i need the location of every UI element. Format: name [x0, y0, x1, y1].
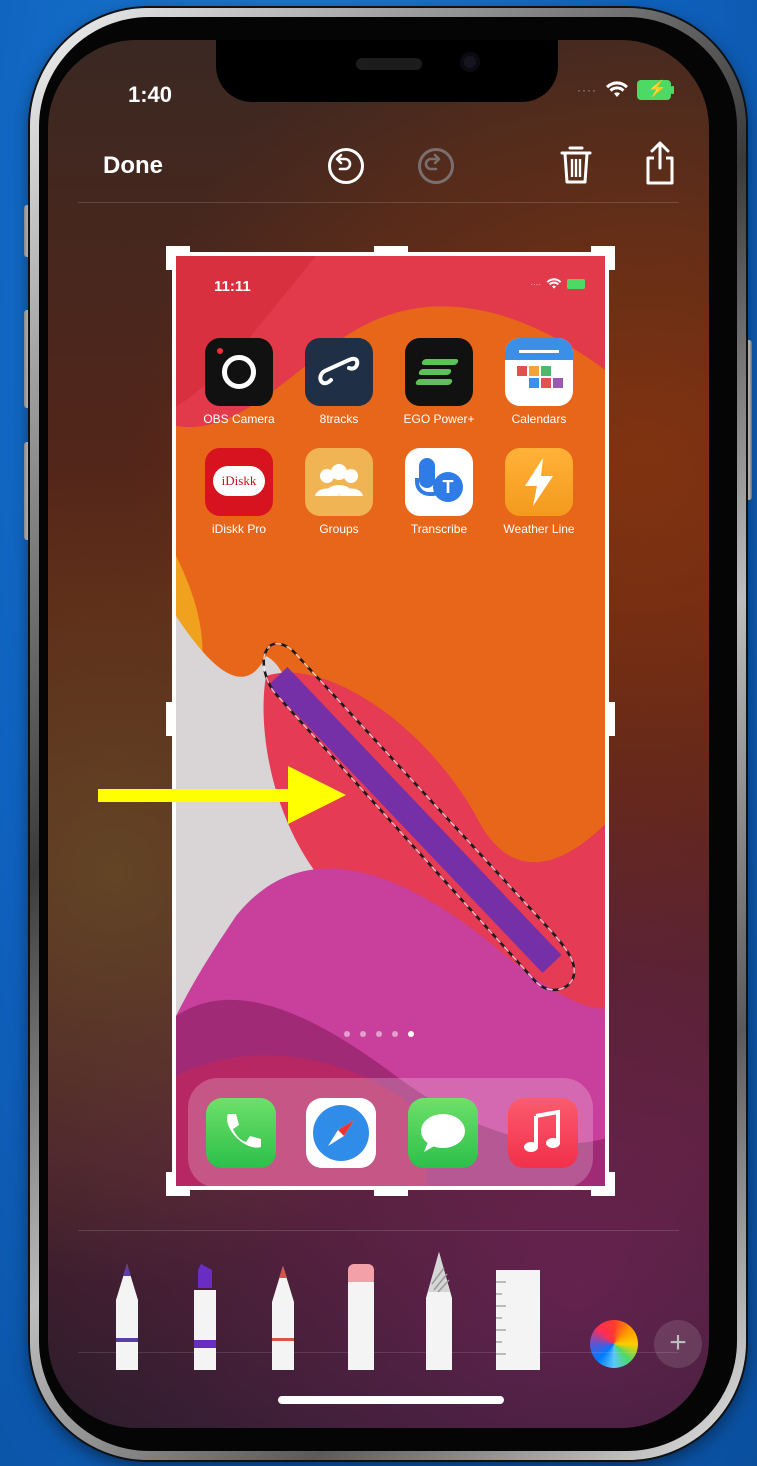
pen-tool[interactable]	[110, 1260, 144, 1370]
battery-icon: ⚡	[637, 80, 674, 100]
status-time: 1:40	[128, 82, 173, 107]
power-button	[746, 340, 752, 500]
yellow-arrow-annotation	[98, 766, 346, 824]
screenshot-canvas[interactable]: 11:11 ···· OBS Camera 8tracks EGO Power+…	[172, 252, 609, 1190]
notch	[216, 40, 558, 102]
crop-handle-right[interactable]	[609, 702, 615, 736]
color-wheel-icon[interactable]	[590, 1320, 638, 1368]
pencil-tool[interactable]	[266, 1260, 300, 1370]
crop-handle-bottom-right[interactable]	[609, 1172, 615, 1196]
eraser-tool[interactable]	[344, 1260, 378, 1370]
earpiece-speaker	[356, 58, 422, 70]
wifi-icon	[606, 81, 628, 97]
undo-icon[interactable]	[328, 148, 364, 184]
markup-screen: 1:40 ···· ⚡ Done 11:11 ···· OBS Camera 8…	[48, 40, 709, 1428]
selected-stroke[interactable]	[176, 256, 609, 1190]
crop-handle-bottom-left[interactable]	[166, 1172, 172, 1196]
front-camera	[460, 52, 480, 72]
home-indicator[interactable]	[278, 1396, 504, 1404]
redo-icon[interactable]	[418, 148, 454, 184]
more-tools-button[interactable]: +	[654, 1320, 702, 1368]
cellular-signal-icon: ····	[577, 83, 597, 97]
status-icons: ···· ⚡	[577, 80, 674, 100]
done-button[interactable]: Done	[103, 152, 163, 180]
crop-handle-top-left[interactable]	[166, 246, 172, 270]
share-icon[interactable]	[640, 138, 680, 188]
ruler-tool[interactable]	[494, 1268, 544, 1370]
crop-handle-left[interactable]	[166, 702, 172, 736]
markup-toolbar: Done	[48, 132, 709, 202]
trash-icon[interactable]	[556, 142, 596, 188]
crop-handle-bottom[interactable]	[374, 1190, 408, 1196]
crop-handle-top-right[interactable]	[609, 246, 615, 270]
crop-handle-top[interactable]	[374, 246, 408, 252]
marker-tool[interactable]	[188, 1260, 222, 1370]
